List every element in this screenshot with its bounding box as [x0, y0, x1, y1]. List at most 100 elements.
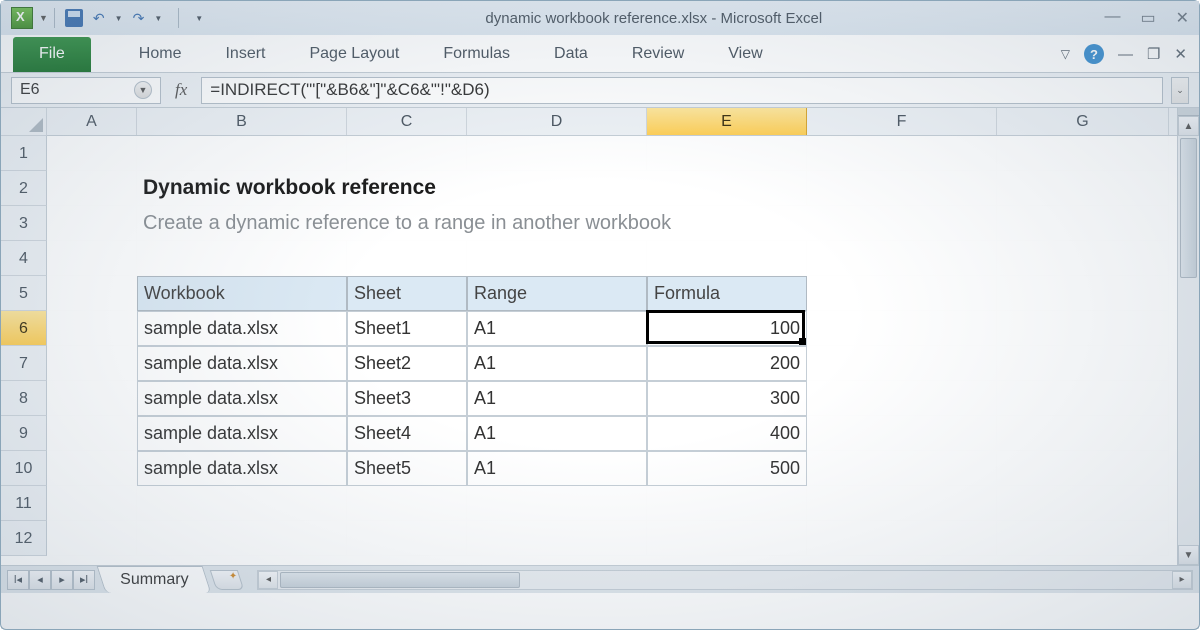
fx-icon[interactable]: fx	[169, 80, 193, 100]
cell[interactable]	[997, 206, 1169, 241]
cell[interactable]: 400	[647, 416, 807, 451]
row-header[interactable]: 4	[1, 241, 47, 276]
cell[interactable]	[647, 486, 807, 521]
help-icon[interactable]: ?	[1084, 44, 1104, 64]
cell[interactable]	[47, 171, 137, 206]
cell[interactable]: A1	[467, 416, 647, 451]
tab-data[interactable]: Data	[532, 37, 610, 72]
tab-page-layout[interactable]: Page Layout	[287, 37, 421, 72]
cell[interactable]: A1	[467, 311, 647, 346]
cell[interactable]	[997, 451, 1169, 486]
cell[interactable]: Sheet5	[347, 451, 467, 486]
cell[interactable]	[997, 486, 1169, 521]
horizontal-scrollbar[interactable]: ◂ ▸	[257, 570, 1193, 590]
last-sheet-icon[interactable]: ▸l	[73, 570, 95, 590]
cell[interactable]: A1	[467, 451, 647, 486]
cell[interactable]	[47, 451, 137, 486]
row-header[interactable]: 7	[1, 346, 47, 381]
undo-dropdown[interactable]: ▼	[115, 14, 123, 23]
horizontal-scroll-thumb[interactable]	[280, 572, 520, 588]
cell[interactable]	[997, 521, 1169, 556]
cell[interactable]	[47, 276, 137, 311]
cell[interactable]	[47, 381, 137, 416]
redo-dropdown[interactable]: ▼	[154, 14, 162, 23]
tab-review[interactable]: Review	[610, 37, 706, 72]
scroll-down-icon[interactable]: ▼	[1178, 545, 1199, 565]
excel-logo-icon[interactable]	[11, 7, 33, 29]
file-tab[interactable]: File	[13, 37, 91, 72]
cell[interactable]: Sheet4	[347, 416, 467, 451]
first-sheet-icon[interactable]: l◂	[7, 570, 29, 590]
row-header[interactable]: 1	[1, 136, 47, 171]
cell[interactable]	[997, 136, 1169, 171]
cell[interactable]: A1	[467, 346, 647, 381]
cell[interactable]: Sheet3	[347, 381, 467, 416]
cell[interactable]	[47, 311, 137, 346]
cell[interactable]: sample data.xlsx	[137, 451, 347, 486]
ribbon-minimize-icon[interactable]: ▽	[1061, 47, 1070, 61]
cell[interactable]	[807, 171, 997, 206]
cell[interactable]	[137, 486, 347, 521]
vertical-scroll-thumb[interactable]	[1180, 138, 1197, 278]
cell[interactable]	[647, 521, 807, 556]
row-header[interactable]: 9	[1, 416, 47, 451]
cell[interactable]	[807, 241, 997, 276]
cell[interactable]: Dynamic workbook reference	[137, 171, 807, 206]
save-icon[interactable]	[65, 9, 83, 27]
row-header[interactable]: 10	[1, 451, 47, 486]
cell[interactable]	[647, 136, 807, 171]
cell[interactable]	[997, 276, 1169, 311]
cell[interactable]: 300	[647, 381, 807, 416]
cell[interactable]	[347, 136, 467, 171]
sheet-tab-summary[interactable]: Summary	[97, 566, 212, 593]
cell[interactable]: Sheet2	[347, 346, 467, 381]
cell[interactable]	[467, 521, 647, 556]
cell[interactable]	[997, 241, 1169, 276]
cell[interactable]	[807, 346, 997, 381]
cell[interactable]	[47, 521, 137, 556]
cell[interactable]	[137, 521, 347, 556]
vertical-scrollbar[interactable]: ▲ ▼	[1177, 108, 1199, 565]
minimize-icon[interactable]: ―	[1104, 8, 1120, 28]
cell[interactable]: Create a dynamic reference to a range in…	[137, 206, 997, 241]
name-box-dropdown-icon[interactable]: ▼	[134, 81, 152, 99]
column-header[interactable]: G	[997, 108, 1169, 135]
cell[interactable]	[997, 416, 1169, 451]
cell[interactable]	[467, 486, 647, 521]
cell[interactable]	[47, 241, 137, 276]
scroll-right-icon[interactable]: ▸	[1172, 571, 1192, 589]
undo-icon[interactable]: ↶	[93, 10, 105, 27]
cell[interactable]	[467, 241, 647, 276]
close-icon[interactable]: ✕	[1176, 8, 1189, 28]
cells-area[interactable]: Dynamic workbook referenceCreate a dynam…	[47, 136, 1177, 565]
tab-formulas[interactable]: Formulas	[421, 37, 532, 72]
column-header[interactable]: F	[807, 108, 997, 135]
row-header[interactable]: 2	[1, 171, 47, 206]
cell[interactable]: Formula	[647, 276, 807, 311]
cell[interactable]	[47, 136, 137, 171]
cell[interactable]	[647, 241, 807, 276]
cell[interactable]	[997, 311, 1169, 346]
cell[interactable]	[467, 136, 647, 171]
cell[interactable]	[47, 346, 137, 381]
cell[interactable]: sample data.xlsx	[137, 416, 347, 451]
cell[interactable]: sample data.xlsx	[137, 381, 347, 416]
cell[interactable]: Workbook	[137, 276, 347, 311]
next-sheet-icon[interactable]: ▸	[51, 570, 73, 590]
row-header[interactable]: 12	[1, 521, 47, 556]
row-header[interactable]: 5	[1, 276, 47, 311]
scroll-up-icon[interactable]: ▲	[1178, 116, 1199, 136]
tab-insert[interactable]: Insert	[203, 37, 287, 72]
cell[interactable]	[807, 381, 997, 416]
cell[interactable]: A1	[467, 381, 647, 416]
split-handle[interactable]	[1178, 108, 1199, 116]
new-sheet-icon[interactable]	[210, 570, 244, 590]
cell[interactable]	[997, 381, 1169, 416]
row-header[interactable]: 8	[1, 381, 47, 416]
cell[interactable]	[807, 486, 997, 521]
qat-customize-dropdown[interactable]: ▼	[195, 14, 203, 23]
cell[interactable]	[137, 241, 347, 276]
cell[interactable]	[807, 136, 997, 171]
cell[interactable]	[807, 276, 997, 311]
column-header[interactable]: B	[137, 108, 347, 135]
